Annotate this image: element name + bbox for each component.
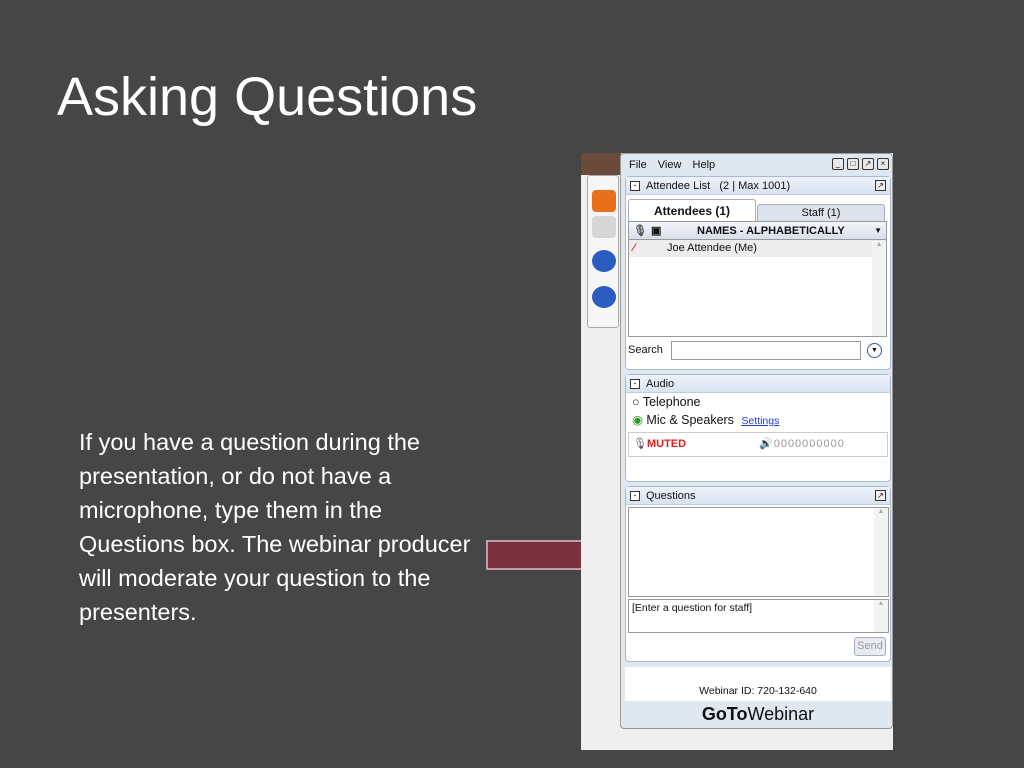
- question-placeholder: [Enter a question for staff]: [632, 602, 753, 614]
- panel-title: Audio: [646, 378, 675, 390]
- scrollbar[interactable]: ▲: [874, 508, 888, 596]
- search-label: Search: [628, 344, 663, 356]
- radio-label: Mic & Speakers: [646, 413, 734, 427]
- panel-title: Attendee List: [646, 180, 711, 192]
- radio-label: Telephone: [642, 395, 701, 409]
- grab-tab-toolbar: [587, 175, 619, 328]
- names-column-header[interactable]: 🎙 ▣ NAMES - ALPHABETICALLY ▼: [629, 222, 886, 240]
- raise-hand-button[interactable]: [592, 286, 616, 308]
- logo-bold: GoTo: [701, 704, 748, 724]
- menu-bar: File View Help: [629, 159, 723, 171]
- volume-meter: 🔊0000000000: [759, 438, 845, 450]
- popout-icon[interactable]: ↗: [875, 490, 886, 501]
- maximize-button[interactable]: □: [847, 158, 859, 170]
- table-row[interactable]: ⁄ Joe Attendee (Me): [629, 240, 886, 257]
- control-panel: File View Help _ □ ↗ × - Attendee List (…: [620, 153, 893, 729]
- audio-status: 🎙MUTED 🔊0000000000: [628, 432, 888, 457]
- menu-view[interactable]: View: [658, 159, 682, 171]
- slide-body-text: If you have a question during the presen…: [79, 429, 471, 625]
- collapse-icon[interactable]: -: [630, 181, 640, 191]
- tab-staff[interactable]: Staff (1): [757, 204, 885, 221]
- mic-button[interactable]: [592, 216, 616, 238]
- popout-button[interactable]: ↗: [862, 158, 874, 170]
- close-button[interactable]: ×: [877, 158, 889, 170]
- attendee-list-panel: - Attendee List (2 | Max 1001) ↗ Attende…: [625, 176, 891, 370]
- telephone-radio[interactable]: ○ Telephone: [632, 395, 701, 409]
- popout-icon[interactable]: ↗: [875, 180, 886, 191]
- background-window: [581, 153, 621, 175]
- muted-status: MUTED: [646, 438, 687, 450]
- screen-icon: ▣: [651, 225, 662, 237]
- menu-file[interactable]: File: [629, 159, 647, 171]
- attendee-count: (2 | Max 1001): [719, 180, 791, 192]
- collapse-icon[interactable]: -: [630, 491, 640, 501]
- attendee-table: 🎙 ▣ NAMES - ALPHABETICALLY ▼ ⁄ Joe Atten…: [628, 221, 887, 337]
- questions-panel: - Questions ↗ ▲ [Enter a question for staf…: [625, 486, 891, 662]
- scrollbar[interactable]: ▲: [872, 241, 886, 336]
- search-options-icon[interactable]: ▼: [867, 343, 882, 358]
- questions-log: ▲: [628, 507, 889, 597]
- attendee-name: Joe Attendee (Me): [667, 242, 757, 254]
- minimize-button[interactable]: _: [832, 158, 844, 170]
- mic-speakers-radio[interactable]: ◉ Mic & Speakers Settings: [632, 412, 779, 427]
- mic-icon: 🎙: [633, 225, 647, 237]
- screen-button[interactable]: [592, 250, 616, 272]
- muted-mic-icon: ⁄: [633, 242, 635, 254]
- column-label: NAMES - ALPHABETICALLY: [697, 225, 845, 237]
- collapse-icon[interactable]: -: [630, 379, 640, 389]
- volume-level: 0000000000: [773, 438, 845, 450]
- slide-title: Asking Questions: [57, 67, 478, 127]
- arrow-toggle-button[interactable]: [592, 190, 616, 212]
- audio-panel: - Audio ○ Telephone ◉ Mic & Speakers Sett…: [625, 374, 891, 482]
- settings-link[interactable]: Settings: [741, 415, 779, 427]
- panel-title: Questions: [646, 490, 696, 502]
- send-button[interactable]: Send: [854, 637, 886, 656]
- question-input[interactable]: [Enter a question for staff] ▲: [628, 599, 889, 633]
- tab-attendees[interactable]: Attendees (1): [628, 199, 756, 221]
- webinar-id: Webinar ID: 720-132-640: [625, 667, 891, 701]
- logo-rest: Webinar: [747, 704, 815, 724]
- gotowebinar-logo: GoToWebinar: [625, 702, 891, 726]
- search-input[interactable]: [671, 341, 861, 360]
- gotowebinar-screenshot: File View Help _ □ ↗ × - Attendee List (…: [581, 153, 893, 750]
- menu-help[interactable]: Help: [693, 159, 716, 171]
- mic-icon: 🎙: [633, 438, 647, 450]
- chevron-down-icon[interactable]: ▼: [874, 222, 882, 240]
- scrollbar[interactable]: ▲: [874, 600, 888, 632]
